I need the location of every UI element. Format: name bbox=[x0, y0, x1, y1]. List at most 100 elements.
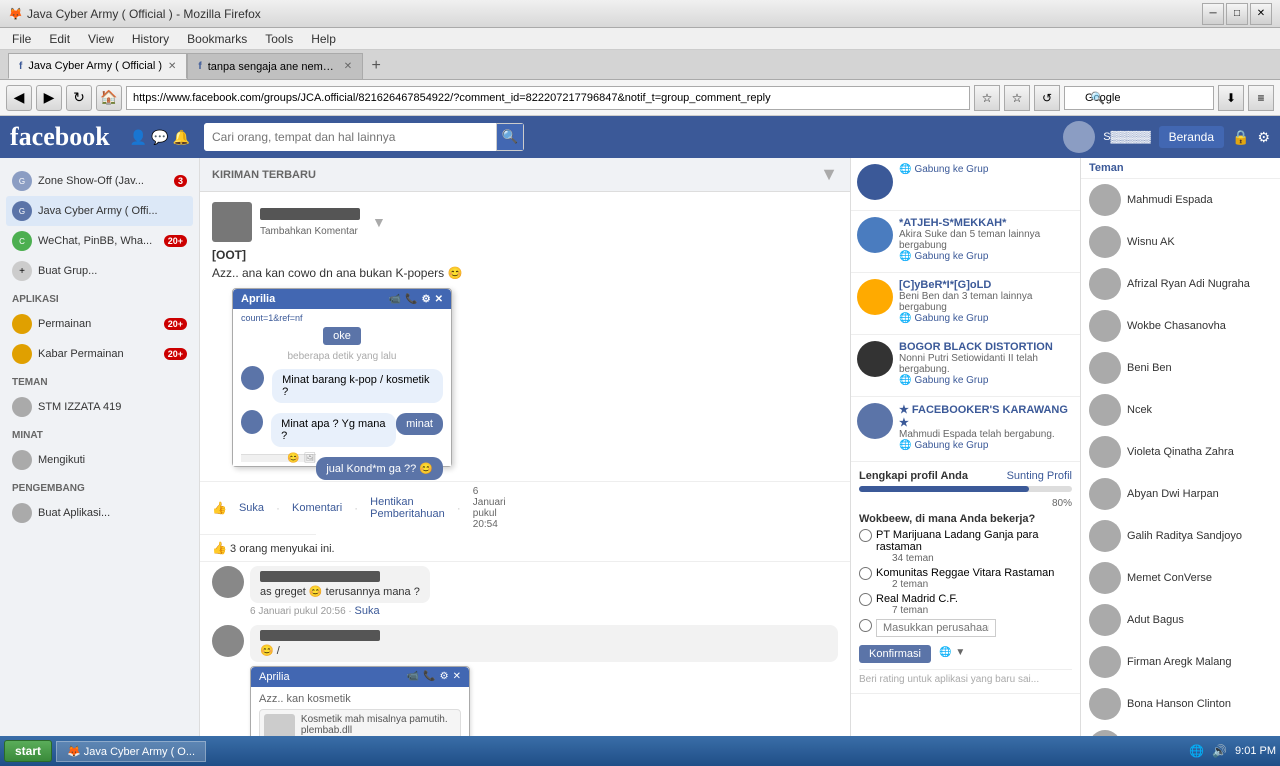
stm-izzata-label: STM IZZATA 419 bbox=[38, 401, 187, 413]
fb-messages-icon[interactable]: 💬 bbox=[151, 129, 168, 146]
back-button[interactable]: ◀ bbox=[6, 85, 32, 111]
fb-lock-icon[interactable]: 🔒 bbox=[1232, 129, 1249, 146]
fb-notifications-icon[interactable]: 🔔 bbox=[173, 129, 190, 146]
menu-view[interactable]: View bbox=[80, 30, 122, 48]
friend-memet[interactable]: Memet ConVerse bbox=[1081, 557, 1280, 599]
menu-bookmarks[interactable]: Bookmarks bbox=[179, 30, 255, 48]
post-dropdown[interactable]: ▼ bbox=[372, 214, 386, 230]
bookmark-star2[interactable]: ☆ bbox=[1004, 85, 1030, 111]
fb-search-input[interactable] bbox=[204, 123, 496, 151]
friend-wisnu[interactable]: Wisnu AK bbox=[1081, 221, 1280, 263]
start-button[interactable]: start bbox=[4, 740, 52, 762]
collapse-button[interactable]: ▼ bbox=[820, 164, 838, 185]
rside-gabung-bogor[interactable]: 🌐 Gabung ke Grup bbox=[899, 375, 1074, 386]
url-bar[interactable] bbox=[126, 86, 970, 110]
tab-java-cyber-army[interactable]: f Java Cyber Army ( Official ) ✕ bbox=[8, 53, 187, 79]
downloads-button[interactable]: ⬇ bbox=[1218, 85, 1244, 111]
close-button[interactable]: ✕ bbox=[1250, 3, 1272, 25]
friend-firman[interactable]: Firman Aregk Malang bbox=[1081, 641, 1280, 683]
refresh-button[interactable]: ↻ bbox=[66, 85, 92, 111]
rside-name-atjeh[interactable]: *ATJEH-S*MEKKAH* bbox=[899, 217, 1074, 229]
tab-tanpa-sengaja[interactable]: f tanpa sengaja ane nemu neginian di pes… bbox=[187, 53, 363, 79]
sidebar-item-java-cyber[interactable]: G Java Cyber Army ( Offi... bbox=[6, 196, 193, 226]
fb-friends-icon[interactable]: 👤 bbox=[130, 129, 147, 146]
fb-user-avatar[interactable] bbox=[1063, 121, 1095, 153]
radio-0-input[interactable] bbox=[859, 529, 872, 542]
friend-afrizal[interactable]: Afrizal Ryan Adi Nugraha bbox=[1081, 263, 1280, 305]
sidebar-item-create-group[interactable]: + Buat Grup... bbox=[6, 256, 193, 286]
rside-gabung-0[interactable]: 🌐 Gabung ke Grup bbox=[899, 164, 988, 175]
friend-beni[interactable]: Beni Ben bbox=[1081, 347, 1280, 389]
stm-izzata-icon bbox=[12, 397, 32, 417]
taskbar-firefox[interactable]: 🦊 Java Cyber Army ( O... bbox=[56, 741, 206, 762]
chat-phone-icon[interactable]: 📞 bbox=[405, 294, 417, 305]
popup-video-icon[interactable]: 📹 bbox=[407, 671, 419, 683]
comment-action[interactable]: Komentari bbox=[292, 502, 342, 514]
stop-notification-action[interactable]: Hentikan Pemberitahuan bbox=[370, 496, 445, 520]
friend-ncek[interactable]: Ncek bbox=[1081, 389, 1280, 431]
chat-emoji-icon[interactable]: 😊 bbox=[287, 453, 299, 464]
like-action[interactable]: Suka bbox=[239, 502, 264, 514]
comment-1-like[interactable]: Suka bbox=[355, 605, 380, 617]
rside-name-bogor[interactable]: BOGOR BLACK DISTORTION bbox=[899, 341, 1074, 353]
menu-help[interactable]: Help bbox=[303, 30, 344, 48]
chat-gear-icon[interactable]: ⚙ bbox=[422, 294, 431, 305]
friend-adut[interactable]: Adut Bagus bbox=[1081, 599, 1280, 641]
home-button[interactable]: 🏠 bbox=[96, 85, 122, 111]
menu-history[interactable]: History bbox=[124, 30, 177, 48]
rside-gabung-cyber-gold[interactable]: 🌐 Gabung ke Grup bbox=[899, 313, 1074, 324]
friend-abyan[interactable]: Abyan Dwi Harpan bbox=[1081, 473, 1280, 515]
rside-gabung-atjeh[interactable]: 🌐 Gabung ke Grup bbox=[899, 251, 1074, 262]
rside-name-cyber-gold[interactable]: [C]yBeR*I*[G]oLD bbox=[899, 279, 1074, 291]
radio-3-text-input[interactable] bbox=[876, 619, 996, 637]
radio-1-input[interactable] bbox=[859, 567, 872, 580]
new-tab-button[interactable]: + bbox=[363, 53, 389, 79]
reload-btn[interactable]: ↺ bbox=[1034, 85, 1060, 111]
forward-button[interactable]: ▶ bbox=[36, 85, 62, 111]
bookmark-star[interactable]: ☆ bbox=[974, 85, 1000, 111]
profile-bar-fill bbox=[859, 486, 1029, 492]
friend-name-galih: Galih Raditya Sandjoyo bbox=[1127, 530, 1242, 542]
fb-gear-icon[interactable]: ⚙ bbox=[1257, 129, 1270, 146]
fb-beranda-btn[interactable]: Beranda bbox=[1159, 126, 1224, 148]
friend-wokbe[interactable]: Wokbe Chasanovha bbox=[1081, 305, 1280, 347]
sidebar-item-games[interactable]: Permainan 20+ bbox=[6, 309, 193, 339]
fb-logo[interactable]: facebook bbox=[10, 122, 110, 152]
sidebar-item-game-news[interactable]: Kabar Permainan 20+ bbox=[6, 339, 193, 369]
popup-gear-icon[interactable]: ⚙ bbox=[440, 671, 449, 683]
profile-edit-link[interactable]: Sunting Profil bbox=[1007, 470, 1072, 482]
chat-close-icon[interactable]: ✕ bbox=[435, 294, 443, 305]
sidebar-item-wechat[interactable]: C WeChat, PinBB, Wha... 20+ bbox=[6, 226, 193, 256]
radio-3-input[interactable] bbox=[859, 619, 872, 632]
sidebar-item-zone-showoff[interactable]: G Zone Show-Off (Jav... 3 bbox=[6, 166, 193, 196]
sidebar-item-create-app[interactable]: Buat Aplikasi... bbox=[6, 498, 193, 528]
browser-search-input[interactable] bbox=[1064, 86, 1214, 110]
friend-bona[interactable]: Bona Hanson Clinton bbox=[1081, 683, 1280, 725]
settings-button[interactable]: ≡ bbox=[1248, 85, 1274, 111]
rside-name-karawang[interactable]: ★ FACEBOOKER'S KARAWANG ★ bbox=[899, 403, 1074, 429]
friend-violeta[interactable]: Violeta Qinatha Zahra bbox=[1081, 431, 1280, 473]
friend-galih[interactable]: Galih Raditya Sandjoyo bbox=[1081, 515, 1280, 557]
friend-mahmudi[interactable]: Mahmudi Espada bbox=[1081, 179, 1280, 221]
menu-file[interactable]: File bbox=[4, 30, 39, 48]
chat-ok-button[interactable]: oke bbox=[323, 327, 361, 345]
popup-close-icon[interactable]: ✕ bbox=[453, 671, 461, 683]
fb-search-button[interactable]: 🔍 bbox=[496, 123, 524, 151]
chat-video-icon[interactable]: 📹 bbox=[389, 294, 401, 305]
sidebar-item-stm-izzata[interactable]: STM IZZATA 419 bbox=[6, 392, 193, 422]
tab-close-1[interactable]: ✕ bbox=[168, 61, 176, 72]
rside-gabung-karawang[interactable]: 🌐 Gabung ke Grup bbox=[899, 440, 1074, 451]
menu-tools[interactable]: Tools bbox=[257, 30, 301, 48]
maximize-button[interactable]: □ bbox=[1226, 3, 1248, 25]
minimize-button[interactable]: ─ bbox=[1202, 3, 1224, 25]
sidebar-item-mengikuti[interactable]: Mengikuti bbox=[6, 445, 193, 475]
menu-edit[interactable]: Edit bbox=[41, 30, 78, 48]
privacy-dropdown[interactable]: ▼ bbox=[955, 647, 965, 658]
confirm-button[interactable]: Konfirmasi bbox=[859, 645, 931, 663]
chat-image-icon[interactable]: 🖼 bbox=[304, 453, 317, 464]
profile-complete-title: Lengkapi profil Anda bbox=[859, 470, 968, 482]
tab-close-2[interactable]: ✕ bbox=[344, 61, 352, 72]
radio-2-input[interactable] bbox=[859, 593, 872, 606]
rside-sub-bogor: Nonni Putri Setiowidanti II telah bergab… bbox=[899, 353, 1074, 375]
popup-phone-icon[interactable]: 📞 bbox=[423, 671, 435, 683]
